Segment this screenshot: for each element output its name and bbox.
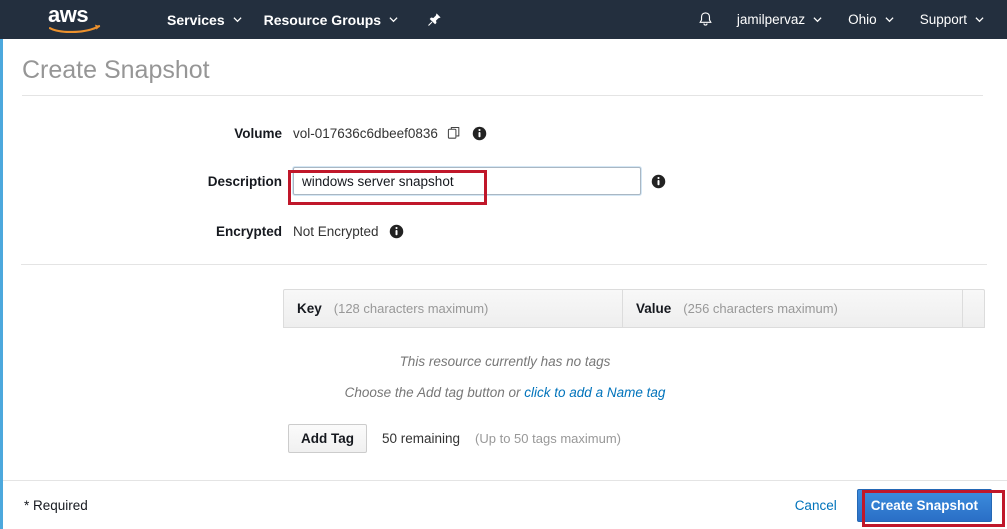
chevron-down-icon	[389, 17, 398, 23]
form-row-description: Description	[3, 166, 1007, 196]
notifications-bell-icon	[699, 12, 712, 26]
pushpin-icon	[428, 13, 441, 26]
notifications-button[interactable]	[687, 11, 724, 28]
aws-logo[interactable]: aws	[48, 1, 110, 35]
tags-empty-state: This resource currently has no tags Choo…	[3, 328, 1007, 400]
page-title: Create Snapshot	[22, 56, 210, 84]
form-row-encrypted: Encrypted Not Encrypted	[3, 216, 1007, 246]
tags-controls: Add Tag 50 remaining (Up to 50 tags maxi…	[288, 424, 1007, 453]
form-row-volume: Volume vol-017636c6dbeef0836	[3, 118, 1007, 148]
description-input-wrap	[282, 167, 666, 195]
description-input[interactable]	[293, 167, 641, 195]
nav-item-account-label: jamilpervaz	[736, 12, 806, 27]
nav-item-resource-groups[interactable]: Resource Groups	[253, 0, 409, 39]
pin-console-button[interactable]	[427, 12, 442, 27]
create-snapshot-dialog: Create Snapshot Volume vol-017636c6dbeef…	[0, 39, 1007, 529]
tags-empty-message: This resource currently has no tags	[399, 354, 611, 369]
copy-icon[interactable]	[447, 126, 462, 141]
nav-item-region[interactable]: Ohio	[835, 0, 907, 39]
tags-empty-hint: Choose the Add tag button or click to ad…	[3, 385, 1007, 400]
add-name-tag-link[interactable]: click to add a Name tag	[524, 385, 665, 400]
create-snapshot-button[interactable]: Create Snapshot	[856, 488, 992, 522]
tags-column-value-hint: (256 characters maximum)	[683, 301, 838, 316]
tags-section: Key (128 characters maximum) Value (256 …	[3, 265, 1007, 453]
tags-remaining-count: 50 remaining	[382, 431, 461, 446]
description-info-icon[interactable]	[651, 174, 666, 189]
description-label: Description	[207, 173, 282, 189]
info-icon	[651, 174, 666, 188]
tags-column-value: Value (256 characters maximum)	[622, 290, 962, 327]
nav-item-resource-groups-label: Resource Groups	[263, 11, 382, 28]
tags-max-hint: (Up to 50 tags maximum)	[475, 431, 621, 446]
chevron-down-icon	[233, 17, 242, 23]
tags-table-header: Key (128 characters maximum) Value (256 …	[283, 289, 985, 328]
aws-logo-wordmark: aws	[48, 1, 89, 27]
copy-icon-glyph	[447, 126, 460, 139]
volume-label: Volume	[234, 125, 282, 141]
encrypted-value-group: Not Encrypted	[293, 224, 404, 239]
required-note: * Required	[24, 497, 88, 513]
tags-column-value-name: Value	[636, 301, 672, 316]
encrypted-label: Encrypted	[215, 223, 282, 239]
dialog-footer: * Required Cancel Create Snapshot	[3, 480, 1007, 529]
chevron-down-icon	[885, 17, 894, 23]
snapshot-form: Volume vol-017636c6dbeef0836 Description…	[3, 96, 1007, 246]
tags-table: Key (128 characters maximum) Value (256 …	[283, 289, 985, 328]
volume-info-icon[interactable]	[472, 126, 487, 141]
tags-empty-hint-prefix: Choose the Add tag button or	[344, 385, 525, 400]
nav-right-group: jamilpervaz Ohio Support	[687, 0, 1007, 39]
add-tag-button[interactable]: Add Tag	[288, 424, 367, 453]
top-navigation-bar: aws Services Resource Groups jamilpervaz…	[0, 0, 1007, 39]
chevron-down-icon	[813, 17, 822, 23]
nav-item-support-label: Support	[919, 12, 967, 27]
nav-item-support[interactable]: Support	[907, 0, 997, 39]
nav-item-region-label: Ohio	[848, 12, 877, 27]
encrypted-value: Not Encrypted	[293, 223, 379, 239]
info-icon	[472, 126, 487, 140]
volume-value-group: vol-017636c6dbeef0836	[293, 126, 487, 141]
tags-column-key-hint: (128 characters maximum)	[333, 301, 489, 316]
nav-item-account[interactable]: jamilpervaz	[724, 0, 835, 39]
cancel-button[interactable]: Cancel	[795, 498, 837, 513]
nav-item-services-label: Services	[167, 11, 225, 28]
info-icon	[389, 224, 403, 238]
tags-column-actions	[962, 290, 984, 327]
dialog-header: Create Snapshot	[3, 39, 1007, 96]
nav-item-services[interactable]: Services	[156, 0, 253, 39]
tags-column-key-name: Key	[297, 301, 322, 316]
chevron-down-icon	[975, 17, 984, 23]
footer-actions: Cancel Create Snapshot	[795, 488, 992, 522]
encrypted-info-icon[interactable]	[389, 224, 404, 239]
volume-id-value: vol-017636c6dbeef0836	[293, 125, 438, 141]
tags-column-key: Key (128 characters maximum)	[284, 290, 622, 327]
